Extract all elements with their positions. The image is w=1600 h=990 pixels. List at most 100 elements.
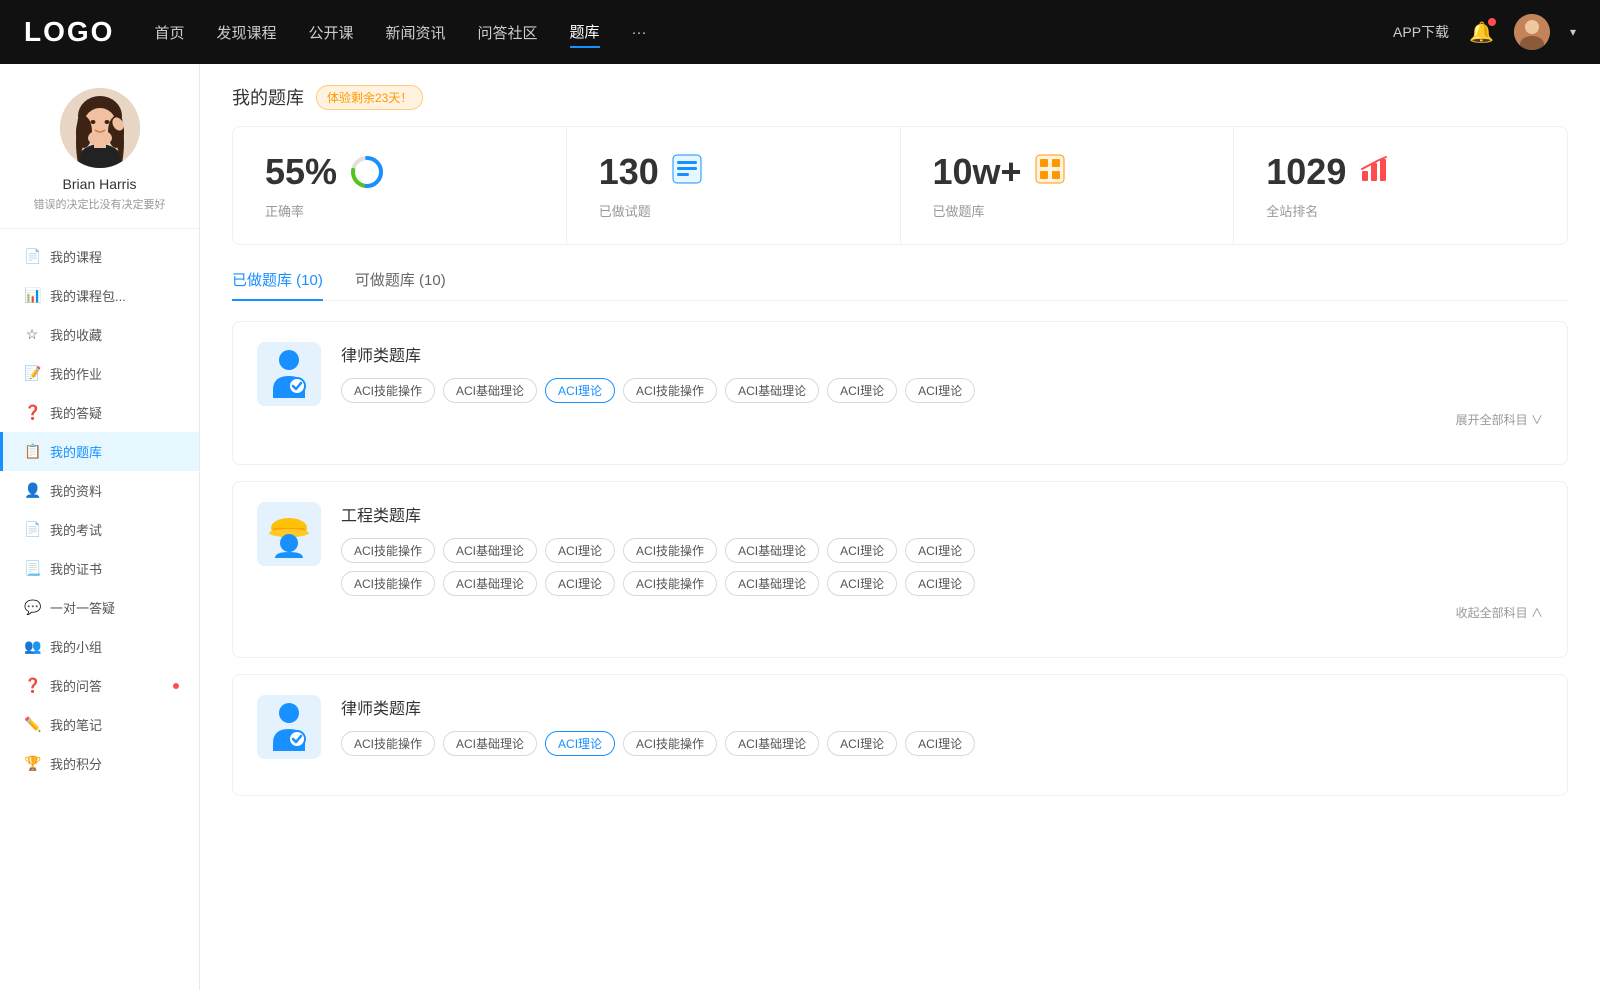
- tag-item[interactable]: ACI理论: [905, 731, 975, 756]
- main-content: 我的题库 体验剩余23天！ 55% 正确率 130: [200, 64, 1600, 990]
- sidebar-item-certificate-label: 我的证书: [50, 559, 102, 578]
- sidebar-item-qa-label: 我的答疑: [50, 403, 102, 422]
- sidebar-item-course-packages[interactable]: 📊 我的课程包...: [0, 276, 199, 315]
- tag-item[interactable]: ACI理论: [827, 538, 897, 563]
- tag-item[interactable]: ACI基础理论: [443, 571, 537, 596]
- tutoring-icon: 💬: [24, 599, 40, 616]
- nav-discover[interactable]: 发现课程: [216, 18, 276, 47]
- bank-card-engineer-body: 工程类题库 ACI技能操作 ACI基础理论 ACI理论 ACI技能操作 ACI基…: [341, 502, 1543, 621]
- tab-available-banks[interactable]: 可做题库 (10): [355, 269, 446, 300]
- sidebar-item-certificate[interactable]: 📃 我的证书: [0, 549, 199, 588]
- collapse-engineer-link[interactable]: 收起全部科目 ∧: [341, 604, 1543, 621]
- expand-lawyer-link[interactable]: 展开全部科目 ∨: [341, 411, 1543, 428]
- nav-more[interactable]: ···: [632, 20, 647, 45]
- bank-card-lawyer-body: 律师类题库 ACI技能操作 ACI基础理论 ACI理论 ACI技能操作 ACI基…: [341, 342, 1543, 428]
- sidebar-item-exam[interactable]: 📄 我的考试: [0, 510, 199, 549]
- tag-item[interactable]: ACI理论: [827, 731, 897, 756]
- bank-engineer-icon-wrap: [257, 502, 321, 566]
- tag-item-active[interactable]: ACI理论: [545, 378, 615, 403]
- tag-item[interactable]: ACI基础理论: [443, 538, 537, 563]
- bank-card-lawyer: 律师类题库 ACI技能操作 ACI基础理论 ACI理论 ACI技能操作 ACI基…: [232, 321, 1568, 465]
- stat-done-questions-top: 130: [599, 151, 703, 193]
- nav-qa[interactable]: 问答社区: [478, 18, 538, 47]
- bank-lawyer2-title: 律师类题库: [341, 695, 1543, 719]
- sidebar-item-points[interactable]: 🏆 我的积分: [0, 744, 199, 783]
- sidebar-item-questions[interactable]: ❓ 我的问答: [0, 666, 199, 705]
- tag-item[interactable]: ACI基础理论: [725, 571, 819, 596]
- tag-item[interactable]: ACI基础理论: [725, 378, 819, 403]
- sidebar-motto: 错误的决定比没有决定要好: [22, 196, 178, 212]
- sidebar-item-tutoring-label: 一对一答疑: [50, 598, 115, 617]
- tag-item[interactable]: ACI基础理论: [725, 538, 819, 563]
- navbar: LOGO 首页 发现课程 公开课 新闻资讯 问答社区 题库 ··· APP下载 …: [0, 0, 1600, 64]
- sidebar-item-questions-label: 我的问答: [50, 676, 102, 695]
- nav-public[interactable]: 公开课: [308, 18, 353, 47]
- tag-item[interactable]: ACI基础理论: [443, 378, 537, 403]
- bank-engineer-tags-row2: ACI技能操作 ACI基础理论 ACI理论 ACI技能操作 ACI基础理论 AC…: [341, 571, 1543, 596]
- nav-home[interactable]: 首页: [154, 18, 184, 47]
- tag-item[interactable]: ACI理论: [905, 571, 975, 596]
- nav-bank[interactable]: 题库: [570, 17, 600, 48]
- donut-chart-icon: [349, 154, 385, 190]
- tag-item[interactable]: ACI理论: [545, 538, 615, 563]
- sidebar-item-group[interactable]: 👥 我的小组: [0, 627, 199, 666]
- sidebar-item-tutoring[interactable]: 💬 一对一答疑: [0, 588, 199, 627]
- sidebar-item-homework[interactable]: 📝 我的作业: [0, 354, 199, 393]
- sidebar-item-notes[interactable]: ✏️ 我的笔记: [0, 705, 199, 744]
- tag-item[interactable]: ACI技能操作: [341, 731, 435, 756]
- sidebar-item-bank[interactable]: 📋 我的题库: [0, 432, 199, 471]
- notification-bell[interactable]: 🔔: [1469, 20, 1494, 45]
- tag-item[interactable]: ACI理论: [827, 571, 897, 596]
- tag-item[interactable]: ACI技能操作: [341, 571, 435, 596]
- page-wrapper: Brian Harris 错误的决定比没有决定要好 📄 我的课程 📊 我的课程包…: [0, 64, 1600, 990]
- tag-item[interactable]: ACI理论: [545, 571, 615, 596]
- bank-card-lawyer-header: 律师类题库 ACI技能操作 ACI基础理论 ACI理论 ACI技能操作 ACI基…: [257, 342, 1543, 428]
- stat-correct-rate-label: 正确率: [265, 201, 304, 220]
- trial-badge: 体验剩余23天！: [316, 85, 423, 110]
- avatar-dropdown-arrow[interactable]: ▾: [1570, 25, 1576, 39]
- tag-item-active[interactable]: ACI理论: [545, 731, 615, 756]
- tag-item[interactable]: ACI技能操作: [623, 731, 717, 756]
- sidebar-item-course-packages-label: 我的课程包...: [50, 286, 126, 305]
- app-download-button[interactable]: APP下载: [1393, 22, 1449, 42]
- stat-done-questions: 130 已做试题: [567, 127, 901, 244]
- tag-item[interactable]: ACI基础理论: [725, 731, 819, 756]
- sidebar-profile: Brian Harris 错误的决定比没有决定要好: [0, 88, 199, 229]
- tag-item[interactable]: ACI技能操作: [341, 538, 435, 563]
- sidebar-item-courses[interactable]: 📄 我的课程: [0, 237, 199, 276]
- navbar-right: APP下载 🔔 ▾: [1393, 14, 1576, 50]
- sidebar-item-profile-label: 我的资料: [50, 481, 102, 500]
- tag-item[interactable]: ACI技能操作: [623, 378, 717, 403]
- sidebar-item-qa[interactable]: ❓ 我的答疑: [0, 393, 199, 432]
- lawyer-icon: [265, 348, 313, 400]
- stat-site-rank: 1029 全站排名: [1234, 127, 1567, 244]
- stat-site-rank-label: 全站排名: [1266, 201, 1318, 220]
- sidebar-avatar: [60, 88, 140, 168]
- exam-icon: 📄: [24, 521, 40, 538]
- tag-item[interactable]: ACI基础理论: [443, 731, 537, 756]
- questions-icon: ❓: [24, 677, 40, 694]
- tag-item[interactable]: ACI技能操作: [341, 378, 435, 403]
- tag-item[interactable]: ACI技能操作: [623, 571, 717, 596]
- favorites-icon: ☆: [24, 326, 40, 343]
- points-icon: 🏆: [24, 755, 40, 772]
- sidebar-item-profile[interactable]: 👤 我的资料: [0, 471, 199, 510]
- avatar-image: [1514, 14, 1550, 50]
- tag-item[interactable]: ACI技能操作: [623, 538, 717, 563]
- avatar[interactable]: [1514, 14, 1550, 50]
- stat-done-questions-value: 130: [599, 151, 659, 193]
- page-header: 我的题库 体验剩余23天！: [232, 64, 1568, 126]
- grid-icon: [1034, 153, 1066, 192]
- tag-item[interactable]: ACI理论: [905, 378, 975, 403]
- nav-news[interactable]: 新闻资讯: [386, 18, 446, 47]
- bank-lawyer-tags: ACI技能操作 ACI基础理论 ACI理论 ACI技能操作 ACI基础理论 AC…: [341, 378, 1543, 403]
- bank-card-lawyer2-header: 律师类题库 ACI技能操作 ACI基础理论 ACI理论 ACI技能操作 ACI基…: [257, 695, 1543, 759]
- stat-correct-rate-top: 55%: [265, 151, 385, 193]
- sidebar-user-name: Brian Harris: [63, 176, 137, 192]
- certificate-icon: 📃: [24, 560, 40, 577]
- tab-done-banks[interactable]: 已做题库 (10): [232, 269, 323, 300]
- tag-item[interactable]: ACI理论: [905, 538, 975, 563]
- sidebar-item-favorites[interactable]: ☆ 我的收藏: [0, 315, 199, 354]
- tag-item[interactable]: ACI理论: [827, 378, 897, 403]
- bank-engineer-tags-row1: ACI技能操作 ACI基础理论 ACI理论 ACI技能操作 ACI基础理论 AC…: [341, 538, 1543, 563]
